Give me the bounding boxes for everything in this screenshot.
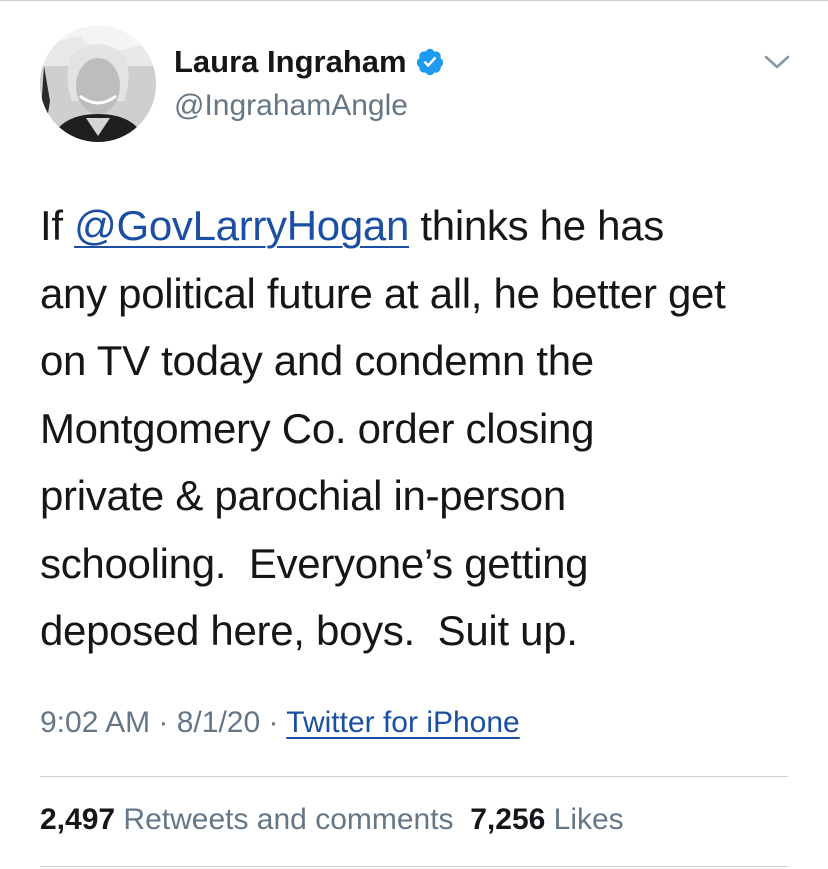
divider	[40, 776, 788, 777]
mention-link[interactable]: @GovLarryHogan	[74, 202, 409, 249]
avatar[interactable]	[40, 26, 156, 142]
tweet-meta: 9:02 AM · 8/1/20 · Twitter for iPhone	[40, 706, 520, 740]
retweets-count: 2,497	[40, 803, 116, 836]
verified-badge-icon	[416, 48, 443, 76]
retweets-stat[interactable]: 2,497 Retweets and comments	[40, 803, 454, 836]
tweet-time: 9:02 AM	[40, 706, 151, 739]
profile-photo	[40, 26, 156, 142]
tweet-text: If @GovLarryHogan thinks he has any poli…	[40, 192, 800, 665]
source-link[interactable]: Twitter for iPhone	[286, 706, 519, 739]
meta-separator: ·	[260, 706, 287, 739]
tweet-line: any political future at all, he better g…	[40, 269, 726, 317]
tweet-line: deposed here, boys. Suit up.	[40, 607, 578, 654]
tweet-line: on TV today and condemn the	[40, 337, 594, 384]
display-name[interactable]: Laura Ingraham	[174, 44, 407, 80]
tweet-date: 8/1/20	[176, 706, 261, 739]
tweet-stats: 2,497 Retweets and comments 7,256 Likes	[40, 803, 624, 837]
tweet-line: schooling. Everyone’s getting	[40, 539, 589, 587]
likes-stat[interactable]: 7,256 Likes	[470, 803, 623, 836]
chevron-down-icon[interactable]	[762, 50, 792, 74]
likes-count: 7,256	[470, 803, 546, 836]
user-handle[interactable]: @IngrahamAngle	[174, 89, 408, 123]
tweet-line: private & parochial in-person	[40, 472, 566, 519]
divider	[40, 866, 788, 867]
top-divider	[0, 0, 828, 1]
tweet-line: If @GovLarryHogan thinks he has	[40, 202, 664, 249]
retweets-label: Retweets and comments	[115, 803, 454, 836]
tweet-line: Montgomery Co. order closing	[40, 404, 595, 452]
likes-label: Likes	[545, 803, 624, 836]
display-name-row[interactable]: Laura Ingraham	[174, 44, 445, 80]
meta-separator: ·	[150, 706, 177, 739]
